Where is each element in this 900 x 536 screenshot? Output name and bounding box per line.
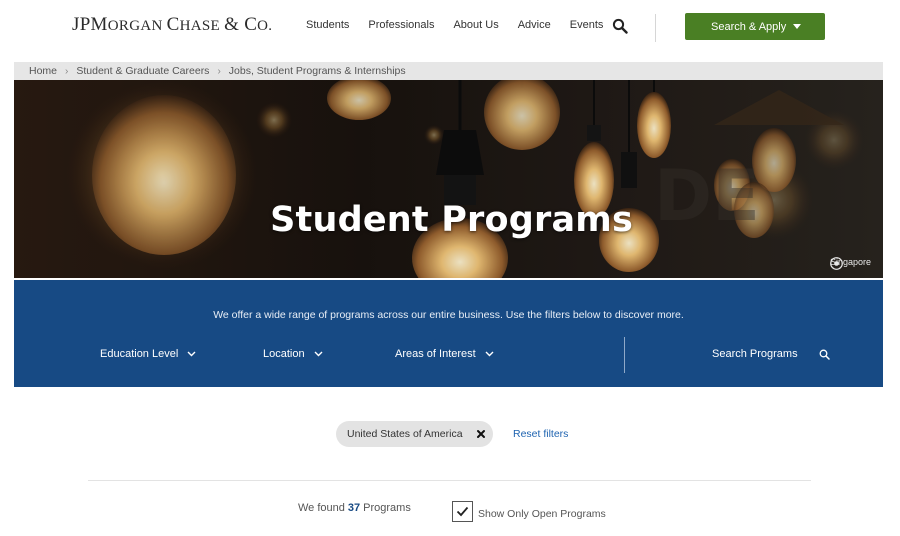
nav-about-us[interactable]: About Us: [453, 19, 498, 31]
location-filter[interactable]: Location: [263, 348, 323, 360]
camera-icon: [830, 257, 843, 270]
active-filter-label: United States of America: [347, 428, 463, 440]
areas-of-interest-filter[interactable]: Areas of Interest: [395, 348, 494, 360]
active-filter-chip: United States of America: [336, 421, 493, 447]
search-icon[interactable]: [612, 18, 628, 34]
search-and-apply-label: Search & Apply: [711, 20, 787, 33]
caret-down-icon: [793, 24, 801, 29]
results-count: We found 37 Programs: [298, 502, 411, 514]
chevron-right-icon: ›: [65, 65, 69, 77]
hero-location: Singapore: [830, 257, 871, 270]
results-count-number: 37: [347, 502, 361, 514]
checkmark-icon: [456, 506, 469, 517]
filter-divider: [624, 337, 625, 373]
nav-events[interactable]: Events: [570, 19, 604, 31]
program-filter-band: We offer a wide range of programs across…: [14, 280, 883, 387]
header-divider: [655, 14, 656, 42]
divider: [88, 480, 811, 481]
breadcrumb-current: Jobs, Student Programs & Internships: [228, 65, 406, 77]
hero-lightbulbs-image: DE: [14, 80, 883, 278]
filter-intro-text: We offer a wide range of programs across…: [213, 309, 684, 321]
chevron-down-icon: [314, 351, 323, 357]
areas-of-interest-label: Areas of Interest: [395, 348, 476, 360]
search-and-apply-button[interactable]: Search & Apply: [685, 13, 825, 40]
show-open-programs-checkbox[interactable]: [452, 501, 473, 522]
chevron-down-icon: [187, 351, 196, 357]
nav-advice[interactable]: Advice: [518, 19, 551, 31]
nav-professionals[interactable]: Professionals: [368, 19, 434, 31]
education-level-label: Education Level: [100, 348, 179, 360]
nav-students[interactable]: Students: [306, 19, 349, 31]
breadcrumb-home[interactable]: Home: [29, 65, 57, 77]
results-prefix: We found: [298, 502, 345, 514]
results-suffix: Programs: [363, 502, 411, 514]
site-header: JPMORGAN CHASE & CO. Students Profession…: [0, 0, 900, 58]
logo[interactable]: JPMORGAN CHASE & CO.: [72, 14, 272, 36]
breadcrumb: Home › Student & Graduate Careers › Jobs…: [14, 62, 883, 80]
breadcrumb-student-graduate-careers[interactable]: Student & Graduate Careers: [76, 65, 209, 77]
main-nav: Students Professionals About Us Advice E…: [306, 19, 622, 31]
search-programs-button[interactable]: Search Programs: [712, 348, 830, 360]
search-icon: [819, 349, 830, 360]
location-filter-label: Location: [263, 348, 305, 360]
education-level-filter[interactable]: Education Level: [100, 348, 196, 360]
hero-banner: DE Student Programs Singapore: [14, 80, 883, 278]
hero-title: Student Programs: [270, 200, 633, 240]
chevron-down-icon: [485, 351, 494, 357]
remove-filter-close-icon[interactable]: [475, 428, 487, 440]
reset-filters-link[interactable]: Reset filters: [513, 428, 568, 440]
show-open-programs-label[interactable]: Show Only Open Programs: [478, 508, 606, 520]
search-programs-label: Search Programs: [712, 348, 798, 360]
chevron-right-icon: ›: [217, 65, 221, 77]
